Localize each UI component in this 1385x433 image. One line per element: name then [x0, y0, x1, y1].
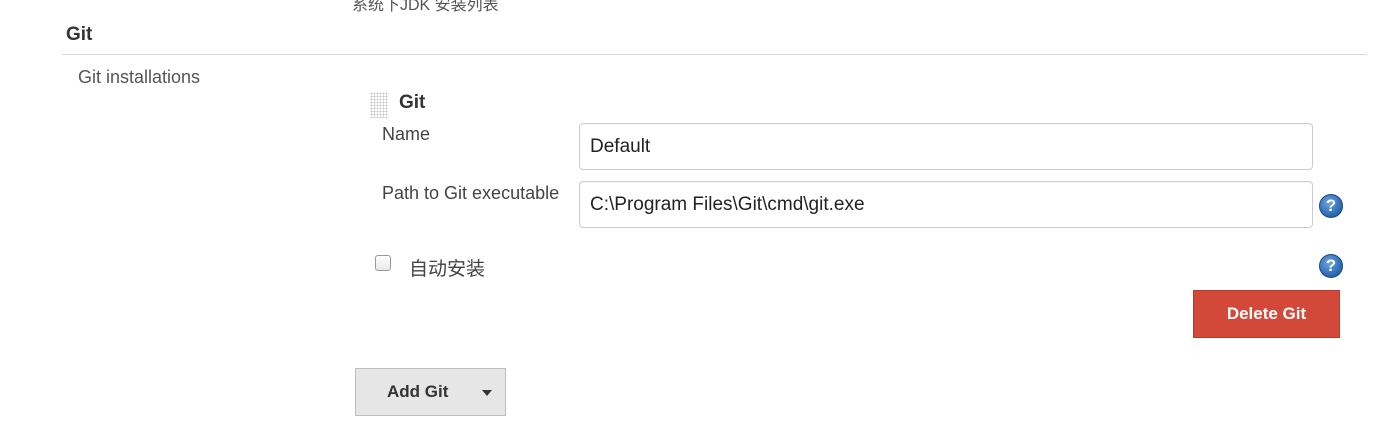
- auto-install-checkbox[interactable]: [375, 255, 391, 271]
- git-config-page: 系统下JDK 安装列表 Git Git installations Git Na…: [0, 0, 1385, 433]
- installation-title: Git: [399, 92, 426, 113]
- section-header-git: Git: [66, 24, 93, 45]
- delete-git-button[interactable]: Delete Git: [1193, 290, 1340, 338]
- chevron-down-icon: [482, 390, 492, 396]
- name-input[interactable]: [579, 123, 1313, 170]
- path-label: Path to Git executable: [382, 183, 560, 203]
- help-icon[interactable]: ?: [1319, 194, 1343, 218]
- section-divider: [62, 54, 1367, 55]
- help-icon[interactable]: ?: [1319, 254, 1343, 278]
- add-git-button[interactable]: Add Git: [355, 368, 506, 416]
- drag-handle-icon[interactable]: [370, 92, 388, 118]
- git-path-input[interactable]: [579, 181, 1313, 228]
- add-git-label: Add Git: [387, 382, 449, 401]
- jdk-section-description: 系统下JDK 安装列表: [352, 0, 499, 14]
- auto-install-label: 自动安装: [409, 259, 486, 280]
- git-installations-label: Git installations: [78, 67, 201, 87]
- name-label: Name: [382, 124, 431, 144]
